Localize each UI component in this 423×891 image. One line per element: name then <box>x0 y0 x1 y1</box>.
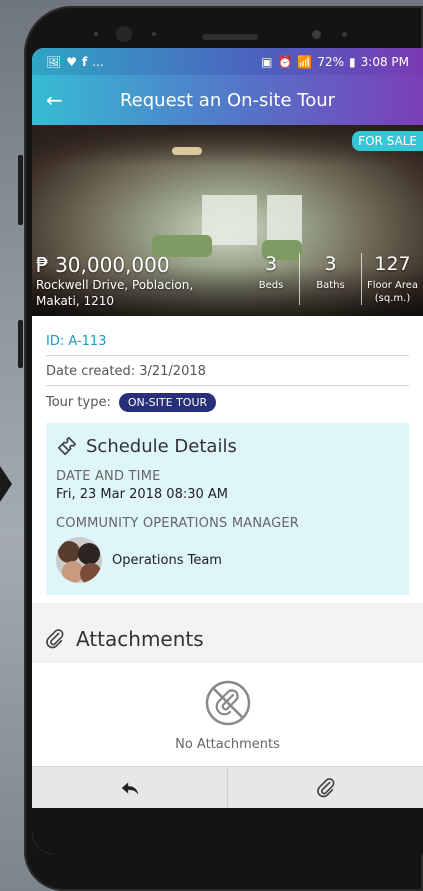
stat-value: 3 <box>264 253 278 275</box>
date-time-label: DATE AND TIME <box>56 469 161 484</box>
listing-price: ₱ 30,000,000 <box>36 253 170 277</box>
address-line-2: Makati, 1210 <box>36 294 115 308</box>
page-title: Request an On-site Tour <box>119 89 336 111</box>
paperclip-icon <box>316 777 334 797</box>
earpiece-speaker <box>202 34 258 40</box>
tour-type-row: Tour type: ON-SITE TOUR <box>46 386 409 419</box>
stat-label: Floor Area (sq.m.) <box>364 279 421 305</box>
stat-value: 3 <box>324 253 337 275</box>
schedule-heading: Schedule Details <box>56 435 399 457</box>
arrow-left-icon[interactable]: ← <box>46 88 72 112</box>
date-time-value: Fri, 23 Mar 2018 08:30 AM <box>56 487 229 502</box>
ticket-icon <box>57 436 77 456</box>
sensor-dot <box>94 32 98 36</box>
photo-chandelier <box>172 147 202 155</box>
attach-button[interactable] <box>227 767 423 808</box>
tour-type-chip: ON-SITE TOUR <box>118 393 217 412</box>
date-created: Date created: 3/21/2018 <box>46 356 409 386</box>
attachments-heading: Attachments <box>76 627 204 651</box>
stat-label-line2: (sq.m.) <box>374 293 411 304</box>
manager-row: Operations Team <box>56 537 399 583</box>
bottom-action-bar <box>32 766 423 808</box>
heart-icon: ♥ <box>66 54 77 69</box>
top-bezel <box>24 6 423 54</box>
notification-more: ... <box>92 54 104 69</box>
for-sale-badge: FOR SALE <box>352 131 423 151</box>
attachments-header: Attachments <box>32 615 423 663</box>
gallery-icon: 🖼 <box>46 54 62 69</box>
bixby-button <box>18 320 23 368</box>
bottom-bezel <box>32 808 423 854</box>
nfc-icon: ▣ <box>261 54 273 69</box>
stat-label-line1: Floor Area <box>366 280 419 291</box>
tour-type-label: Tour type: <box>46 395 111 410</box>
reply-icon <box>121 782 138 794</box>
battery-percent: 72% <box>317 54 345 69</box>
volume-button <box>18 155 23 225</box>
listing-id: ID: A-113 <box>46 326 409 356</box>
tour-details: ID: A-113 Date created: 3/21/2018 Tour t… <box>32 316 423 603</box>
stat-value: 127 <box>374 253 411 275</box>
sensor-dot <box>152 32 156 36</box>
reply-button[interactable] <box>32 767 227 808</box>
phone-screen: 🖼 ♥ f ... ▣ ⏰ 📶 72% ▮ 3:08 PM ← Request … <box>32 48 423 854</box>
battery-icon: ▮ <box>349 54 356 69</box>
no-attachments-text: No Attachments <box>175 737 280 752</box>
avatar <box>56 537 102 583</box>
schedule-heading-text: Schedule Details <box>86 435 237 457</box>
clock: 3:08 PM <box>360 54 409 69</box>
manager-name: Operations Team <box>112 552 222 568</box>
background-arrow <box>0 466 12 502</box>
stat-label: Beds <box>258 280 284 291</box>
schedule-card: Schedule Details DATE AND TIME Fri, 23 M… <box>46 423 409 595</box>
facebook-icon: f <box>82 54 88 69</box>
wifi-signal-icon: 📶 <box>297 54 313 69</box>
sensor-dot <box>342 32 347 37</box>
app-bar: ← Request an On-site Tour <box>32 75 423 125</box>
stat-label: Baths <box>316 280 345 291</box>
listing-photo[interactable]: FOR SALE ₱ 30,000,000 Rockwell Drive, Po… <box>32 125 423 316</box>
alarm-icon: ⏰ <box>277 54 293 69</box>
stat-baths: 3 Baths <box>299 253 361 305</box>
no-attachment-icon <box>205 680 250 726</box>
address-line-1: Rockwell Drive, Poblacion, <box>36 278 194 292</box>
paperclip-icon <box>46 629 64 649</box>
front-camera <box>116 26 132 42</box>
proximity-sensor <box>312 30 321 39</box>
listing-address: Rockwell Drive, Poblacion, Makati, 1210 <box>36 277 193 309</box>
stat-beds: 3 Beds <box>243 253 299 305</box>
status-bar: 🖼 ♥ f ... ▣ ⏰ 📶 72% ▮ 3:08 PM <box>32 48 423 75</box>
manager-label: COMMUNITY OPERATIONS MANAGER <box>56 516 300 531</box>
listing-stats: 3 Beds 3 Baths 127 Floor Area (sq.m.) <box>243 253 423 305</box>
stat-floor-area: 127 Floor Area (sq.m.) <box>361 253 423 305</box>
attachments-empty: No Attachments <box>32 663 423 768</box>
